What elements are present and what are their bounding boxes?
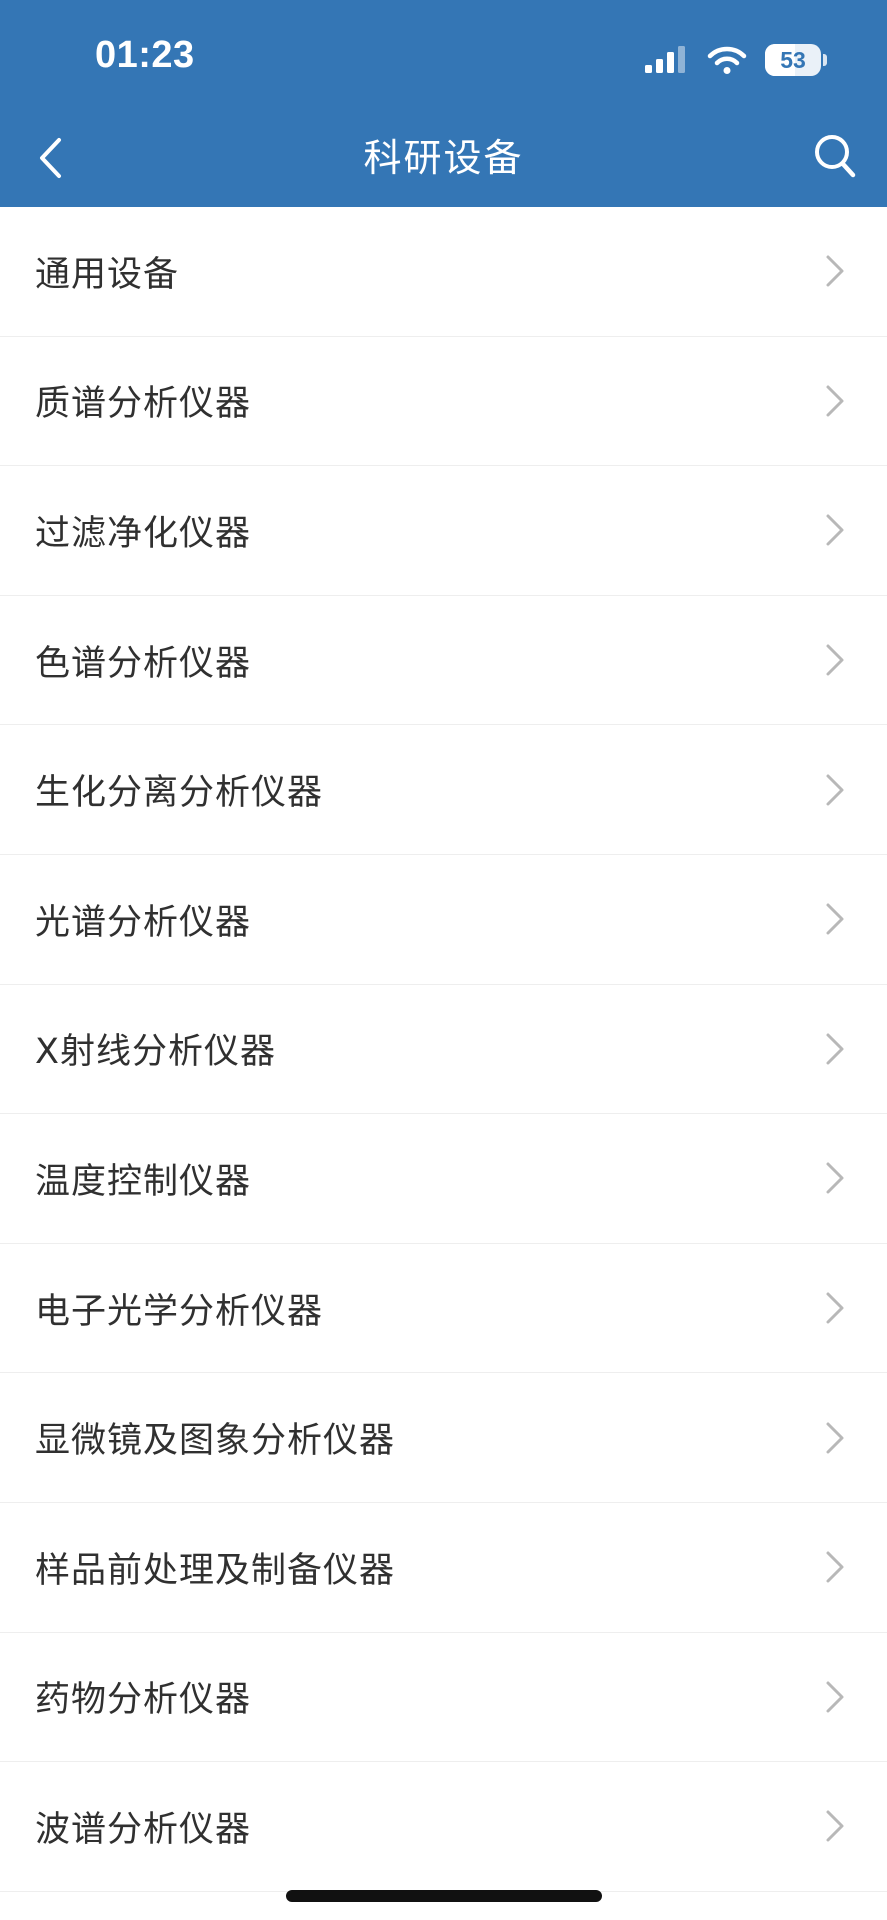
category-row[interactable]: 药物分析仪器 — [0, 1633, 887, 1763]
chevron-right-icon — [826, 1162, 844, 1194]
category-label: 样品前处理及制备仪器 — [35, 1550, 396, 1591]
category-label: X射线分析仪器 — [35, 1032, 276, 1073]
chevron-right-icon — [826, 1422, 844, 1454]
chevron-right-icon — [826, 514, 844, 546]
category-row[interactable]: 色谱分析仪器 — [0, 596, 887, 726]
chevron-right-icon — [826, 1033, 844, 1065]
battery-icon: 53 — [765, 44, 821, 76]
home-indicator[interactable] — [286, 1890, 602, 1902]
category-row[interactable]: 样品前处理及制备仪器 — [0, 1503, 887, 1633]
category-row[interactable]: 电子光学分析仪器 — [0, 1244, 887, 1374]
cellular-signal-icon — [645, 46, 685, 73]
category-label: 质谱分析仪器 — [35, 384, 252, 425]
chevron-right-icon — [826, 1681, 844, 1713]
search-button[interactable] — [809, 128, 861, 184]
chevron-right-icon — [826, 1551, 844, 1583]
chevron-right-icon — [826, 774, 844, 806]
category-row[interactable]: 温度控制仪器 — [0, 1114, 887, 1244]
chevron-right-icon — [826, 1292, 844, 1324]
category-label: 显微镜及图象分析仪器 — [35, 1421, 396, 1462]
category-list: 通用设备质谱分析仪器 过滤净化仪器 色谱分析仪器生化分离分析仪器 光谱分析仪器 X射线分… — [0, 207, 887, 1892]
category-row[interactable]: 质谱分析仪器 — [0, 337, 887, 467]
category-label: 色谱分析仪器 — [35, 643, 252, 684]
category-label: 通用设备 — [35, 254, 180, 295]
chevron-right-icon — [826, 255, 844, 287]
category-label: 光谱分析仪器 — [35, 902, 252, 943]
category-label: 电子光学分析仪器 — [35, 1291, 324, 1332]
page-title: 科研设备 — [363, 136, 524, 180]
category-label: 生化分离分析仪器 — [35, 773, 324, 814]
category-row[interactable]: 过滤净化仪器 — [0, 466, 887, 596]
category-row[interactable]: 生化分离分析仪器 — [0, 725, 887, 855]
app-header: 01:23 53 科研设备 — [0, 0, 887, 207]
category-row[interactable]: 光谱分析仪器 — [0, 855, 887, 985]
battery-tip — [823, 54, 827, 66]
status-icons: 53 — [645, 40, 827, 80]
chevron-right-icon — [826, 385, 844, 417]
battery-percent: 53 — [780, 46, 806, 73]
category-label: 温度控制仪器 — [35, 1161, 252, 1202]
chevron-right-icon — [826, 903, 844, 935]
category-row[interactable]: X射线分析仪器 — [0, 985, 887, 1115]
chevron-right-icon — [826, 1810, 844, 1842]
status-time: 01:23 — [95, 34, 195, 76]
category-row[interactable]: 显微镜及图象分析仪器 — [0, 1373, 887, 1503]
chevron-right-icon — [826, 644, 844, 676]
category-row[interactable]: 通用设备 — [0, 207, 887, 337]
category-label: 药物分析仪器 — [35, 1680, 252, 1721]
category-label: 波谱分析仪器 — [35, 1809, 252, 1850]
category-label: 过滤净化仪器 — [35, 513, 252, 554]
search-icon — [815, 135, 856, 178]
wifi-icon — [707, 46, 747, 74]
category-row[interactable]: 波谱分析仪器 — [0, 1762, 887, 1892]
